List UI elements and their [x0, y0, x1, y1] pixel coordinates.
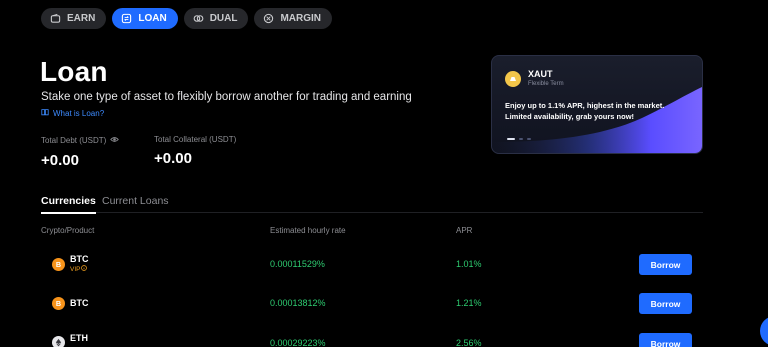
page-subtitle: Stake one type of asset to flexibly borr…	[41, 91, 412, 103]
total-debt-value: +0.00	[41, 152, 79, 169]
table-row: B BTC VIP 0.00011529% 1.01% Borrow	[0, 252, 768, 282]
promo-banner[interactable]: XAUT Flexible Term Enjoy up to 1.1% APR,…	[491, 55, 703, 154]
nav-pill-dual[interactable]: DUAL	[183, 8, 249, 29]
row-symbol: BTC	[70, 254, 89, 264]
svg-text:B: B	[56, 260, 61, 269]
eye-icon[interactable]	[110, 135, 120, 146]
row-symbol: BTC	[70, 298, 89, 308]
book-icon	[41, 108, 49, 118]
info-icon[interactable]	[81, 265, 88, 273]
nav-pill-margin[interactable]: MARGIN	[254, 8, 333, 29]
what-is-loan-label: What is Loan?	[53, 108, 105, 118]
table-row: B BTC 0.00013812% 1.21% Borrow	[0, 291, 768, 321]
margin-icon	[263, 13, 274, 24]
col-product: Crypto/Product	[41, 226, 95, 235]
svg-text:B: B	[56, 299, 61, 308]
promo-term: Flexible Term	[528, 81, 564, 87]
total-debt-label: Total Debt (USDT)	[41, 136, 107, 145]
page-title: Loan	[40, 56, 108, 87]
carousel-dots[interactable]	[507, 138, 531, 140]
promo-text: Enjoy up to 1.1% APR, highest in the mar…	[505, 101, 665, 121]
borrow-button[interactable]: Borrow	[639, 254, 692, 275]
carousel-dot[interactable]	[507, 138, 515, 140]
carousel-dot[interactable]	[519, 138, 523, 140]
promo-coin: XAUT	[528, 69, 553, 79]
borrow-button[interactable]: Borrow	[639, 333, 692, 347]
row-apr: 2.56%	[456, 338, 482, 347]
nav-pill-label: MARGIN	[280, 13, 322, 24]
borrow-button[interactable]: Borrow	[639, 293, 692, 314]
row-apr: 1.21%	[456, 298, 482, 308]
row-rate: 0.00011529%	[270, 259, 325, 269]
btc-icon: B	[52, 297, 65, 310]
total-debt: Total Debt (USDT) +0.00	[41, 135, 120, 169]
nav-pill-label: DUAL	[209, 13, 238, 24]
nav-pill-loan[interactable]: LOAN	[112, 8, 178, 29]
eth-icon	[52, 336, 65, 347]
row-rate: 0.00013812%	[270, 298, 326, 308]
col-apr: APR	[456, 226, 473, 235]
row-apr: 1.01%	[456, 259, 482, 269]
btc-icon: B	[52, 258, 65, 271]
product-nav: EARN LOAN DUAL MARGIN	[41, 8, 333, 29]
vip-badge: VIP	[70, 265, 88, 273]
what-is-loan-link[interactable]: What is Loan?	[41, 108, 104, 118]
wallet-icon	[50, 13, 61, 24]
total-collateral-value: +0.00	[154, 150, 192, 167]
total-collateral-label: Total Collateral (USDT)	[154, 135, 237, 144]
nav-pill-earn[interactable]: EARN	[41, 8, 107, 29]
dual-icon	[193, 13, 204, 24]
row-rate: 0.00029223%	[270, 338, 326, 347]
carousel-dot[interactable]	[527, 138, 531, 140]
exchange-icon	[121, 13, 132, 24]
nav-pill-label: EARN	[67, 13, 96, 24]
content-tabs: Currencies Current Loans	[41, 195, 703, 214]
total-collateral: Total Collateral (USDT) +0.00	[154, 135, 236, 167]
col-rate: Estimated hourly rate	[270, 226, 346, 235]
table-row: ETH 0.00029223% 2.56% Borrow	[0, 331, 768, 347]
nav-pill-label: LOAN	[138, 13, 167, 24]
tab-current-loans[interactable]: Current Loans	[102, 195, 169, 213]
tab-currencies[interactable]: Currencies	[41, 195, 96, 214]
xaut-coin-icon	[505, 71, 521, 87]
row-symbol: ETH	[70, 333, 88, 343]
